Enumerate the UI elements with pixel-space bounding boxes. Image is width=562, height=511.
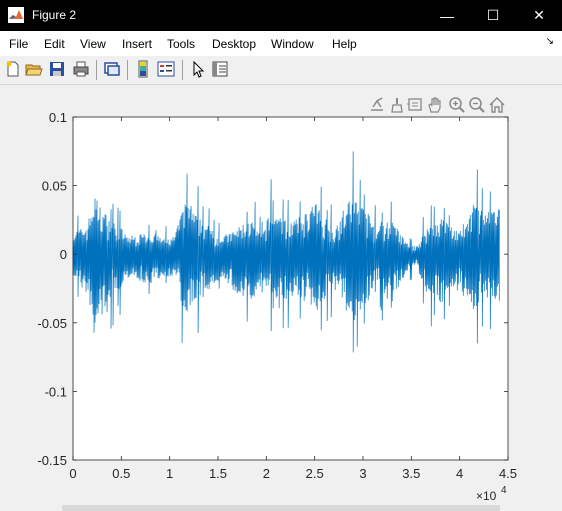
x-tick-label: 4 — [456, 466, 463, 481]
x-tick-label: 4.5 — [499, 466, 517, 481]
y-tick-label: -0.1 — [45, 384, 67, 399]
y-tick-label: 0.1 — [49, 110, 67, 125]
x-tick-label: 0.5 — [112, 466, 130, 481]
x-tick-label: 0 — [69, 466, 76, 481]
x-tick-label: 3.5 — [402, 466, 420, 481]
x-tick-label: 1 — [166, 466, 173, 481]
x-tick-label: 3 — [359, 466, 366, 481]
x-exponent-label: ×10 — [476, 489, 497, 503]
x-exponent-power: 4 — [501, 485, 507, 496]
figure-window: Figure 2 — ☐ ✕ File Edit View Insert Too… — [0, 0, 562, 511]
status-strip — [62, 505, 500, 511]
y-tick-label: -0.15 — [37, 453, 67, 468]
y-tick-label: 0 — [60, 247, 67, 262]
x-tick-label: 2 — [263, 466, 270, 481]
plot-area[interactable]: 0 0.5 1 1.5 2 2.5 3 3.5 4 4.5 0.1 0.05 0 -0.05 -0.1 -0.… — [0, 0, 562, 511]
x-tick-label: 1.5 — [209, 466, 227, 481]
y-tick-label: -0.05 — [37, 316, 67, 331]
y-tick-label: 0.05 — [42, 179, 67, 194]
x-tick-label: 2.5 — [306, 466, 324, 481]
